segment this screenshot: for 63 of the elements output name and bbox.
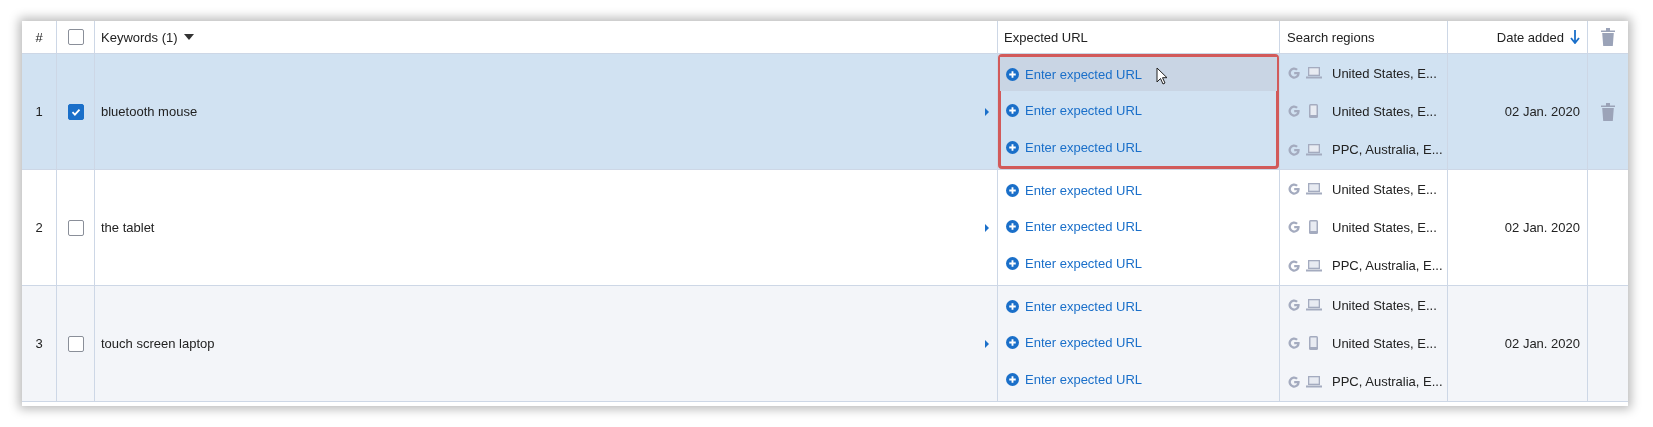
add-url-link[interactable]: Enter expected URL: [1006, 219, 1143, 235]
add-url-link[interactable]: Enter expected URL: [1006, 256, 1143, 272]
date-header-button[interactable]: Date added: [1496, 29, 1564, 45]
add-url-link[interactable]: Enter expected URL: [1006, 140, 1143, 156]
plus-icon: [1006, 220, 1019, 234]
expand-icon[interactable]: [985, 107, 989, 116]
column-header: #: [35, 29, 43, 45]
sort-down-icon[interactable]: [1570, 30, 1580, 44]
select-all-checkbox[interactable]: [67, 29, 84, 45]
add-url-link[interactable]: Enter expected URL: [1006, 182, 1143, 198]
google-g-icon: [1287, 258, 1301, 273]
google-g-icon: [1287, 220, 1301, 235]
expand-icon[interactable]: [985, 339, 989, 348]
region-text: United States, E...: [1332, 65, 1437, 81]
trash-icon[interactable]: [1601, 28, 1615, 46]
plus-icon: [1006, 183, 1019, 197]
add-url-link[interactable]: Enter expected URL: [1006, 335, 1143, 351]
region-text: PPC, Australia, E...: [1332, 374, 1443, 390]
google-g-icon: [1287, 298, 1301, 313]
row-checkbox[interactable]: [67, 103, 84, 120]
plus-icon: [1006, 336, 1019, 350]
table-row[interactable]: 2 the tablet Enter expected URL Enter expected URL Enter expected URL United States, E... United States, E... PPC, Australia, E... 02 Jan. 2020: [22, 170, 1628, 286]
table-row[interactable]: 3 touch screen laptop Enter expected URL Enter expected URL Enter expected URL United States, E... United States, E... PPC, Australia, E... 02 Jan. 2020: [22, 286, 1628, 402]
region-text: United States, E...: [1332, 220, 1437, 235]
date-text: 02 Jan. 2020: [1504, 336, 1580, 351]
plus-icon: [1006, 104, 1019, 118]
keyword-text: bluetooth mouse: [101, 104, 199, 119]
keyword-text: touch screen laptop: [101, 336, 216, 351]
add-url-link[interactable]: Enter expected URL: [1006, 372, 1143, 388]
plus-icon: [1006, 299, 1019, 313]
keyword-text: the tablet: [101, 220, 156, 235]
plus-icon: [1006, 141, 1019, 155]
expand-icon[interactable]: [985, 223, 989, 232]
row-checkbox[interactable]: [67, 219, 84, 236]
add-url-link[interactable]: Enter expected URL: [1006, 298, 1143, 314]
region-text: United States, E...: [1332, 336, 1437, 351]
google-g-icon: [1287, 374, 1301, 389]
plus-icon: [1006, 67, 1019, 81]
column-header: Search regions: [1287, 29, 1375, 45]
google-g-icon: [1287, 104, 1301, 119]
region-text: United States, E...: [1332, 104, 1437, 119]
region-text: PPC, Australia, E...: [1332, 258, 1443, 274]
date-text: 02 Jan. 2020: [1504, 104, 1580, 119]
row-number: 3: [35, 336, 43, 351]
plus-icon: [1006, 373, 1019, 387]
row-checkbox[interactable]: [67, 335, 84, 352]
google-g-icon: [1287, 182, 1301, 197]
cursor-icon: [1156, 67, 1168, 86]
add-url-link[interactable]: Enter expected URL: [1006, 103, 1143, 119]
row-number: 2: [35, 220, 43, 235]
keywords-header-button[interactable]: Keywords (1): [101, 29, 178, 45]
table-row[interactable]: 1 bluetooth mouse Enter expected URL Enter expected URL Enter expected URL United States, E... United States, E... PPC, Australia, E... 02 Jan. 2020: [22, 54, 1628, 170]
region-text: United States, E...: [1332, 181, 1437, 197]
region-text: PPC, Australia, E...: [1332, 142, 1443, 158]
region-text: United States, E...: [1332, 297, 1437, 313]
google-g-icon: [1287, 142, 1301, 157]
column-header: Expected URL: [1004, 29, 1088, 45]
date-text: 02 Jan. 2020: [1504, 220, 1580, 235]
plus-icon: [1006, 257, 1019, 271]
google-g-icon: [1287, 66, 1301, 81]
google-g-icon: [1287, 336, 1301, 351]
caret-icon[interactable]: [183, 34, 194, 40]
row-number: 1: [35, 104, 43, 119]
